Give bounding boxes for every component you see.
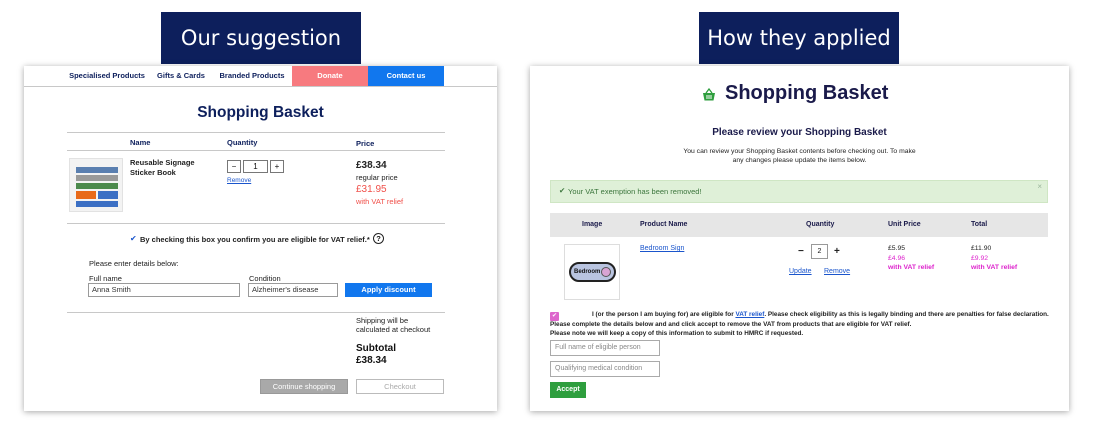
nav-branded-products[interactable]: Branded Products: [212, 66, 292, 86]
review-text-line2: any changes please update the items belo…: [732, 157, 867, 164]
qty-minus-button[interactable]: −: [798, 246, 804, 257]
vat-declaration-checkbox[interactable]: ✔: [550, 312, 559, 321]
help-icon[interactable]: ?: [373, 233, 384, 244]
how-they-applied-header: How they applied: [699, 12, 899, 64]
column-image: Image: [582, 221, 603, 228]
top-navigation: Specialised Products Gifts & Cards Brand…: [24, 66, 497, 86]
declaration-line3: Please note we will keep a copy of this …: [550, 330, 804, 337]
nav-specialised-products[interactable]: Specialised Products: [62, 66, 152, 86]
update-link[interactable]: Update: [789, 268, 812, 275]
column-product-name: Product Name: [640, 221, 688, 228]
accept-button[interactable]: Accept: [550, 382, 586, 398]
our-suggestion-header: Our suggestion: [161, 12, 361, 64]
details-intro: Please enter details below:: [89, 259, 179, 268]
close-icon[interactable]: ×: [1037, 182, 1042, 191]
declaration-line2: Please complete the details below and an…: [550, 321, 912, 328]
table-top-divider: [67, 132, 445, 133]
vat-declaration-text: I (or the person I am buying for) are el…: [592, 311, 1049, 318]
remove-link[interactable]: Remove: [227, 177, 251, 184]
column-quantity: Quantity: [227, 138, 258, 147]
bedroom-sign-text: Bedroom: [574, 269, 601, 275]
column-price: Price: [356, 139, 375, 148]
nav-donate[interactable]: Donate: [292, 66, 368, 86]
product-name-link[interactable]: Bedroom Sign: [640, 245, 684, 252]
declaration-part2: . Please check eligibility as this is le…: [764, 311, 1049, 318]
review-text-line1: You can review your Shopping Basket cont…: [683, 148, 916, 155]
sign-tag-icon: [601, 267, 611, 277]
shipping-note-line2: calculated at checkout: [356, 325, 431, 334]
full-name-field[interactable]: Anna Smith: [88, 283, 240, 297]
product-name-line2[interactable]: Sticker Book: [130, 168, 176, 177]
basket-icon: [702, 87, 716, 102]
condition-field[interactable]: Alzheimer's disease: [248, 283, 338, 297]
page-title: Shopping Basket: [725, 82, 889, 104]
total-price: £11.90: [971, 245, 992, 252]
item-price: £38.34: [356, 160, 387, 171]
vat-checkbox[interactable]: ✔: [130, 235, 138, 243]
nav-contact-us[interactable]: Contact us: [368, 66, 444, 86]
full-name-label: Full name: [89, 274, 122, 283]
vat-relief-label: with VAT relief: [356, 197, 404, 206]
summary-divider: [67, 312, 445, 313]
review-title: Please review your Shopping Basket: [712, 127, 887, 138]
column-name: Name: [130, 138, 151, 147]
product-image[interactable]: Bedroom: [564, 244, 620, 300]
subtotal-label: Subtotal: [356, 343, 396, 354]
checkout-button[interactable]: Checkout: [356, 379, 444, 394]
alert-check-icon: ✔: [559, 186, 566, 195]
medical-condition-field[interactable]: Qualifying medical condition: [550, 361, 660, 377]
vat-removed-alert: ✔ Your VAT exemption has been removed! ×: [550, 180, 1048, 203]
declaration-part1: I (or the person I am buying for) are el…: [592, 311, 736, 318]
quantity-input[interactable]: 1: [243, 160, 268, 173]
nav-divider: [24, 86, 497, 87]
sticker-book-image: [76, 167, 118, 207]
apply-discount-button[interactable]: Apply discount: [345, 283, 432, 297]
qty-plus-button[interactable]: +: [834, 246, 840, 257]
vat-relief-price: £31.95: [356, 184, 387, 195]
continue-shopping-button[interactable]: Continue shopping: [260, 379, 348, 394]
item-divider: [67, 223, 445, 224]
total-price-vat-label: with VAT relief: [971, 264, 1018, 271]
qty-plus-button[interactable]: +: [270, 160, 284, 173]
condition-label: Condition: [249, 274, 281, 283]
product-name-line1[interactable]: Reusable Signage: [130, 158, 195, 167]
alert-message: Your VAT exemption has been removed!: [568, 187, 702, 196]
unit-price-vat-label: with VAT relief: [888, 264, 935, 271]
qty-minus-button[interactable]: −: [227, 160, 241, 173]
product-thumbnail[interactable]: [69, 158, 123, 212]
column-total: Total: [971, 221, 988, 228]
bedroom-sign-image: Bedroom: [569, 262, 616, 282]
vat-relief-link[interactable]: VAT relief: [735, 311, 764, 318]
total-price-vat: £9.92: [971, 255, 989, 262]
applied-panel: Shopping Basket Please review your Shopp…: [530, 66, 1069, 411]
unit-price: £5.95: [888, 245, 906, 252]
page-title: Shopping Basket: [197, 104, 324, 121]
regular-price-label: regular price: [356, 173, 398, 182]
quantity-input[interactable]: 2: [811, 244, 828, 259]
remove-link[interactable]: Remove: [824, 268, 850, 275]
column-unit-price: Unit Price: [888, 221, 921, 228]
table-header-divider: [67, 150, 445, 151]
vat-eligibility-label[interactable]: By checking this box you confirm you are…: [140, 235, 370, 244]
nav-gifts-cards[interactable]: Gifts & Cards: [152, 66, 210, 86]
suggestion-panel: Specialised Products Gifts & Cards Brand…: [24, 66, 497, 411]
column-quantity: Quantity: [806, 221, 835, 228]
subtotal-value: £38.34: [356, 355, 387, 366]
eligible-person-name-field[interactable]: Full name of eligible person: [550, 340, 660, 356]
unit-price-vat: £4.96: [888, 255, 906, 262]
shipping-note-line1: Shipping will be: [356, 316, 409, 325]
